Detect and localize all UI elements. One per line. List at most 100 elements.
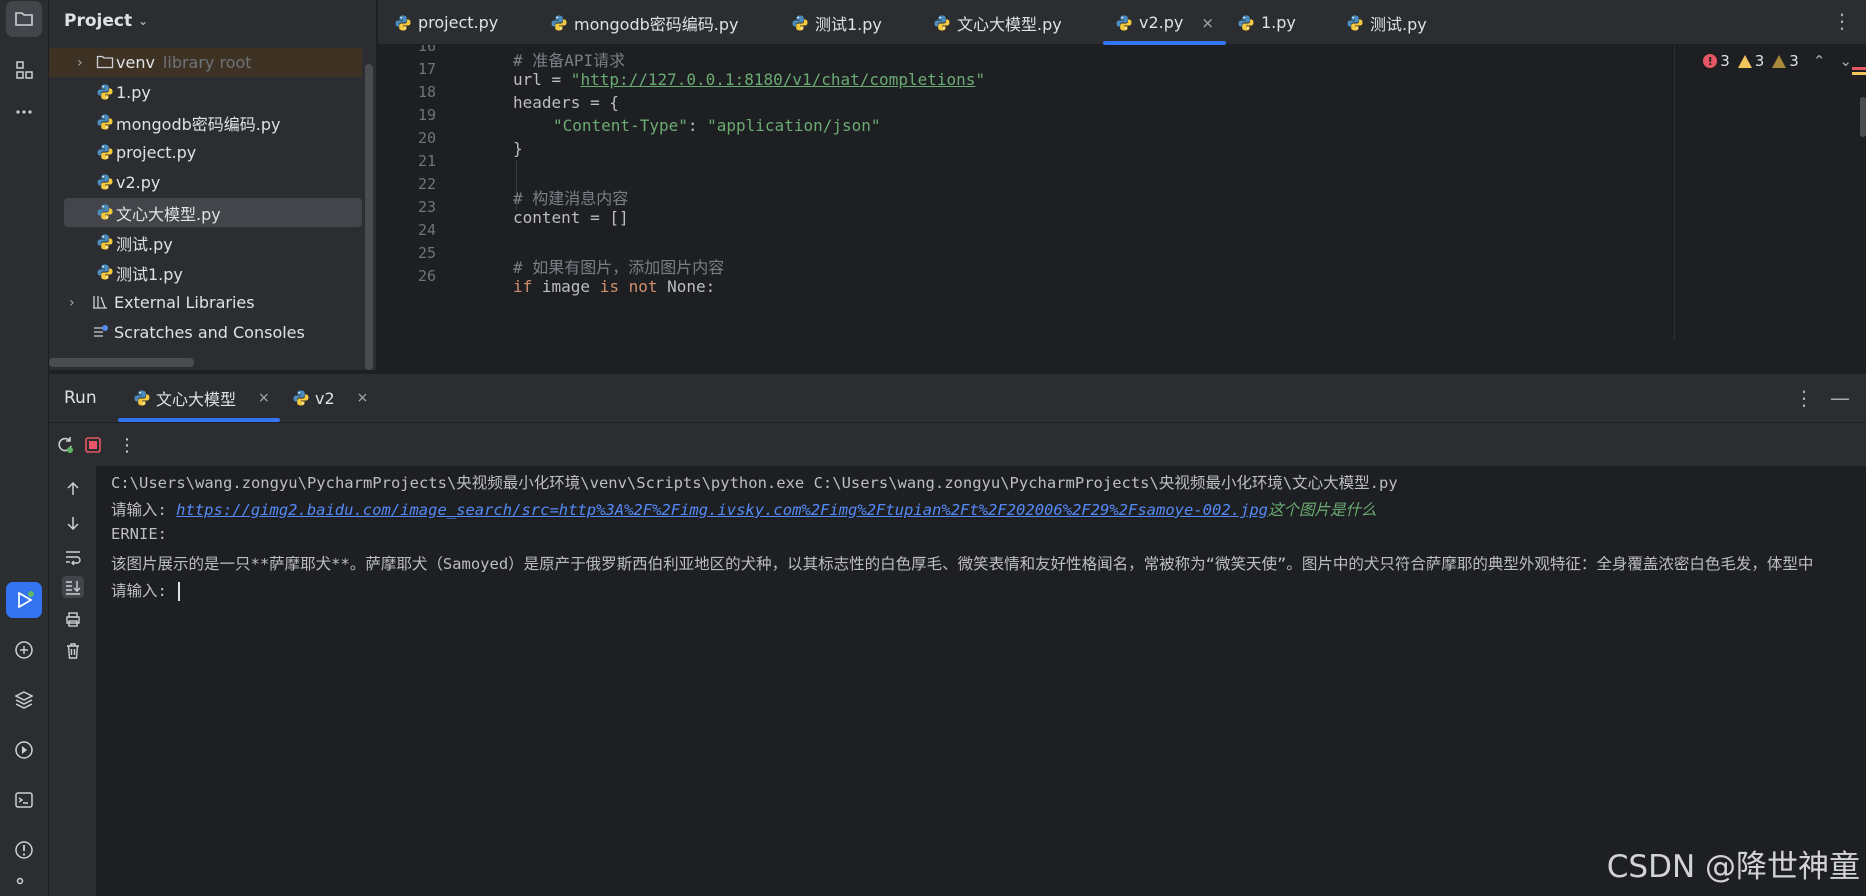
run-tab-wenxin[interactable]: 文心大模型 × (118, 374, 280, 422)
scroll-to-end-button[interactable] (62, 576, 84, 598)
tree-item-label: venv (116, 53, 155, 72)
scroll-down-button[interactable] (62, 512, 84, 534)
tab-ceshi1[interactable]: 测试1.py (791, 0, 882, 45)
close-icon[interactable]: × (357, 390, 369, 406)
problems-icon (15, 841, 33, 859)
tree-item-v2-py[interactable]: v2.py (49, 168, 362, 197)
tab-mongodb[interactable]: mongodb密码编码.py (550, 0, 739, 45)
folder-icon (96, 55, 114, 69)
code-line-23: content = [] (513, 208, 629, 227)
code-url-link[interactable]: http://127.0.0.1:8180/v1/chat/completion… (580, 70, 975, 89)
run-tab-v2[interactable]: v2 × (292, 374, 368, 422)
close-icon[interactable]: × (258, 390, 270, 406)
console-input-line: 请输入: https://gimg2.baidu.com/image_searc… (111, 498, 1377, 520)
folder-icon (15, 12, 33, 26)
python-file-icon (133, 389, 151, 407)
console-link[interactable]: https://gimg2.baidu.com/image_search/src… (176, 501, 1268, 519)
more-vertical-icon[interactable]: ⋮ (1794, 386, 1814, 410)
more-tools-button[interactable] (6, 94, 42, 130)
line-number: 16 (417, 45, 436, 55)
soft-wrap-icon (66, 551, 81, 566)
code-editor[interactable]: 16 17 18 19 20 21 22 23 24 25 26 # 准备API… (378, 45, 1866, 340)
warning-count[interactable]: 3 (1737, 52, 1764, 70)
tree-item-external-libraries[interactable]: › External Libraries (49, 288, 362, 317)
tree-item-ceshi[interactable]: 测试.py (49, 228, 362, 257)
python-file-icon (96, 173, 114, 191)
rerun-icon (58, 437, 73, 453)
services-tool-button[interactable] (6, 732, 42, 768)
tree-item-project-py[interactable]: project.py (49, 138, 362, 167)
tree-item-label: 测试.py (116, 234, 173, 254)
tab-label: 1.py (1261, 13, 1296, 32)
minimize-icon[interactable]: — (1830, 386, 1850, 410)
console-prompt-line[interactable]: 请输入: (111, 579, 181, 601)
library-root-note: library root (162, 53, 252, 72)
python-icon (15, 641, 33, 659)
tree-item-ceshi1[interactable]: 测试1.py (49, 258, 362, 287)
project-panel: Project ⌄ › venv library root 1.py mongod… (49, 0, 377, 370)
tabs-more-icon[interactable]: ⋮ (1832, 9, 1852, 33)
scroll-to-end-icon (66, 581, 81, 595)
warning-icon (1737, 54, 1752, 68)
problems-tool-button[interactable] (6, 832, 42, 868)
scroll-up-button[interactable] (62, 478, 84, 500)
structure-icon (16, 61, 33, 79)
code-line-16: # 准备API请求 (513, 51, 626, 70)
python-file-icon (96, 143, 114, 161)
chevron-down-icon[interactable]: ⌄ (1839, 52, 1852, 70)
horizontal-scrollbar[interactable] (49, 358, 194, 367)
line-number: 26 (417, 267, 436, 285)
close-icon[interactable]: × (1201, 14, 1214, 32)
code-line-26: if image is not None: (513, 277, 716, 296)
tab-v2-py[interactable]: v2.py × (1103, 0, 1226, 45)
chevron-up-icon[interactable]: ⌃ (1813, 52, 1826, 70)
clear-console-button[interactable] (62, 640, 84, 662)
soft-wrap-button[interactable] (62, 546, 84, 568)
tab-label: project.py (418, 13, 499, 32)
console-command-line: C:\Users\wang.zongyu\PycharmProjects\央视频… (111, 474, 1398, 492)
python-file-icon (394, 14, 412, 32)
tree-item-venv[interactable]: › venv library root (49, 48, 362, 77)
python-file-icon (1115, 14, 1133, 32)
error-count[interactable]: ! 3 (1703, 52, 1730, 70)
tab-1-py[interactable]: 1.py (1237, 0, 1296, 45)
tree-item-mongodb[interactable]: mongodb密码编码.py (49, 108, 362, 137)
python-file-icon (933, 14, 951, 32)
console-speaker: ERNIE: (111, 525, 167, 543)
editor-tab-bar: project.py mongodb密码编码.py 测试1.py 文心大模型.p… (378, 0, 1866, 45)
chevron-down-icon: ⌄ (138, 14, 149, 28)
project-header[interactable]: Project ⌄ (49, 0, 376, 42)
code-line-22: # 构建消息内容 (513, 189, 629, 208)
terminal-tool-button[interactable] (6, 782, 42, 818)
tree-item-wenxin[interactable]: 文心大模型.py (64, 198, 362, 227)
chevron-right-icon[interactable]: › (69, 295, 75, 311)
code-line-17: url = "http://127.0.0.1:8180/v1/chat/com… (513, 70, 986, 89)
more-vertical-icon[interactable]: ⋮ (116, 434, 138, 456)
tab-project-py[interactable]: project.py (394, 0, 498, 45)
stop-button[interactable] (82, 434, 104, 456)
line-number: 22 (417, 175, 436, 193)
inspections-widget[interactable]: ! 3 3 3 ⌃ ⌄ (1703, 52, 1852, 70)
python-file-icon (96, 263, 114, 281)
print-button[interactable] (62, 608, 84, 630)
python-packages-button[interactable] (6, 632, 42, 668)
tree-item-1-py[interactable]: 1.py (49, 78, 362, 107)
tab-ceshi[interactable]: 测试.py (1346, 0, 1427, 45)
tab-wenxin[interactable]: 文心大模型.py (933, 0, 1062, 45)
chevron-right-icon[interactable]: › (77, 55, 83, 71)
project-tool-button[interactable] (6, 1, 42, 37)
run-tool-button[interactable] (6, 582, 42, 618)
vertical-scrollbar[interactable] (365, 64, 373, 370)
git-tool-button[interactable] (6, 872, 42, 896)
python-file-icon (96, 203, 114, 221)
editor-scrollbar[interactable] (1860, 97, 1866, 137)
layers-tool-button[interactable] (6, 682, 42, 718)
structure-tool-button[interactable] (6, 52, 42, 88)
tree-item-scratches[interactable]: Scratches and Consoles (49, 318, 362, 347)
console-output[interactable]: C:\Users\wang.zongyu\PycharmProjects\央视频… (97, 466, 1866, 896)
weak-warning-count[interactable]: 3 (1772, 52, 1799, 70)
rerun-button[interactable] (54, 434, 76, 456)
scratches-icon (94, 325, 108, 337)
line-number: 20 (417, 129, 436, 147)
console-side-toolbar (49, 466, 97, 896)
